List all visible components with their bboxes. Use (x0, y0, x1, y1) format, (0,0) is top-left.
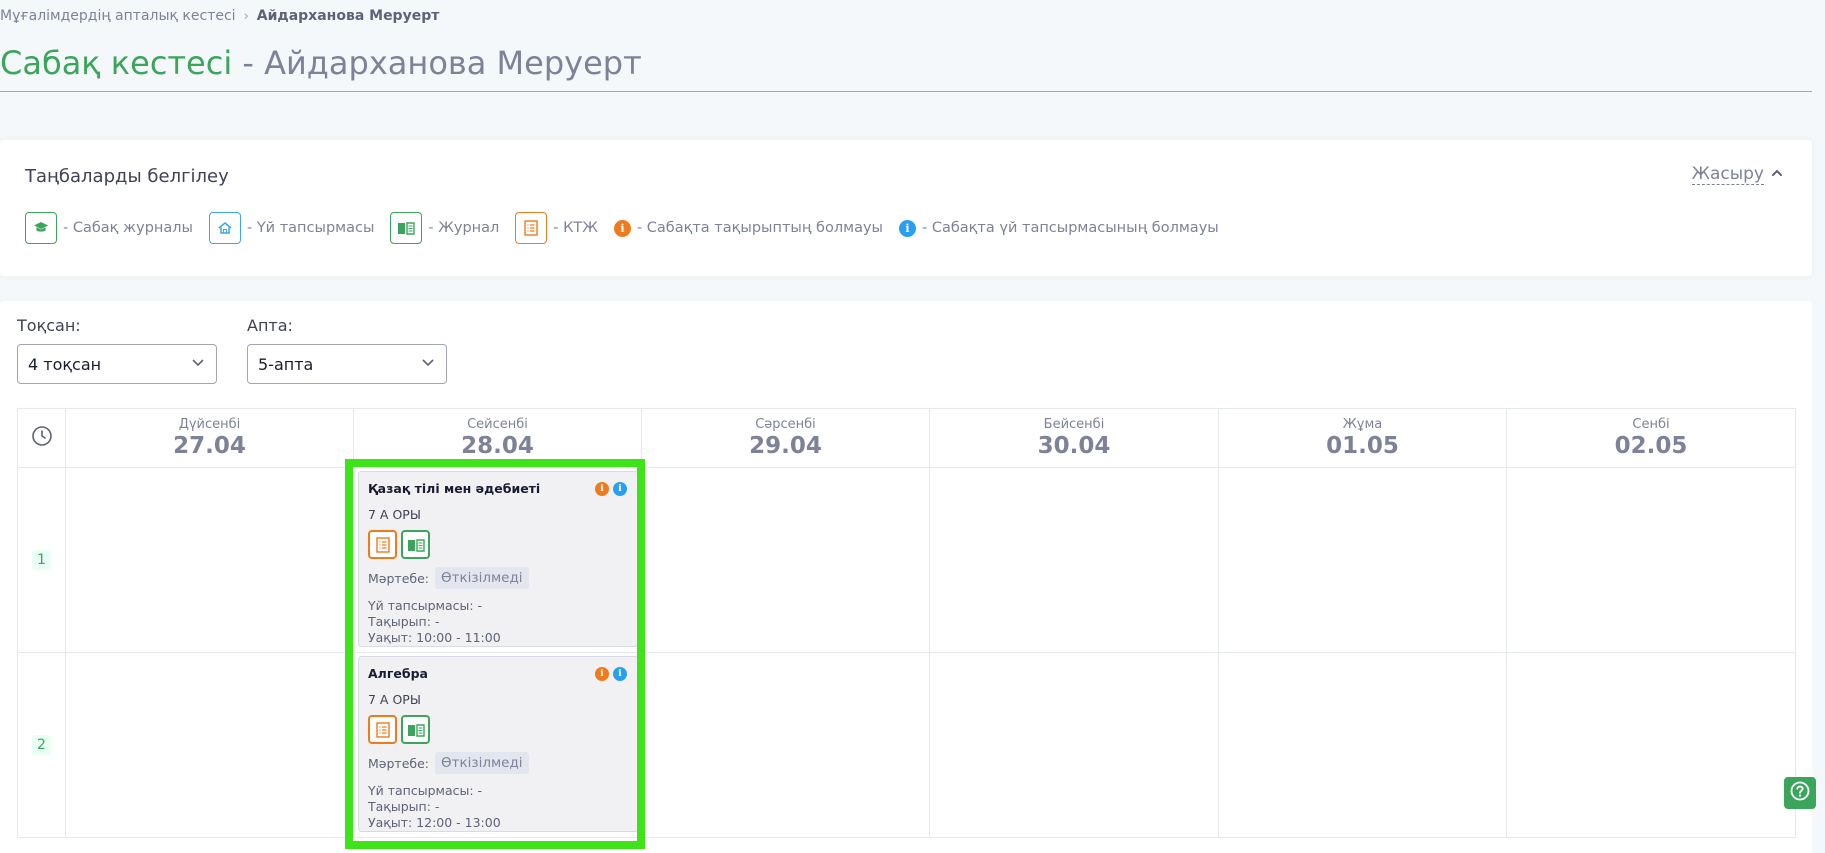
legend-items: - Сабақ журналы - Үй тапсырмасы - Журнал… (25, 212, 1219, 244)
week-label: Апта: (247, 316, 293, 335)
breadcrumb-parent-link[interactable]: Мұғалімдердің апталық кестесі (0, 8, 236, 24)
hide-legend-button[interactable]: Жасыру (1691, 164, 1784, 185)
day-name: Сейсенбі (467, 417, 528, 432)
schedule-cell[interactable] (1219, 653, 1507, 838)
legend-item-no-homework: i - Сабақта үй тапсырмасының болмауы (899, 219, 1219, 237)
day-header-wednesday: Сәрсенбі 29.04 (642, 409, 930, 468)
schedule-cell[interactable] (930, 468, 1219, 653)
title-divider (0, 91, 1812, 92)
page-title-main: Сабақ кестесі (0, 44, 233, 82)
legend-label: - Сабақта үй тапсырмасының болмауы (922, 220, 1219, 236)
legend-label: - Үй тапсырмасы (246, 220, 375, 236)
info-dot-blue-icon: i (899, 219, 916, 237)
legend-label: - Сабақта тақырыптың болмауы (636, 220, 883, 236)
schedule-cell[interactable] (930, 653, 1219, 838)
hide-legend-label: Жасыру (1691, 164, 1764, 185)
period-number: 2 (32, 735, 51, 755)
legend-title: Таңбаларды белгілеу (25, 166, 229, 187)
breadcrumb-separator-icon: › (243, 8, 249, 24)
schedule-cell[interactable] (1219, 468, 1507, 653)
graduation-cap-icon (25, 212, 57, 244)
chevron-up-icon (1770, 165, 1784, 185)
day-date: 30.04 (1037, 433, 1111, 459)
legend-item-ktzh: - КТЖ (515, 212, 598, 244)
schedule-grid: Дүйсенбі 27.04 Сейсенбі 28.04 Сәрсенбі 2… (17, 408, 1796, 838)
legend-label: - КТЖ (553, 220, 598, 236)
day-header-friday: Жұма 01.05 (1219, 409, 1507, 468)
period-cell-1: 1 (18, 468, 66, 653)
schedule-cell[interactable] (66, 653, 354, 838)
legend-label: - Сабақ журналы (63, 220, 193, 236)
day-name: Жұма (1342, 417, 1383, 432)
period-number: 1 (32, 550, 51, 570)
day-date: 01.05 (1326, 433, 1399, 459)
clock-icon (31, 425, 53, 451)
day-name: Бейсенбі (1043, 417, 1105, 432)
page-title: Сабақ кестесі - Айдарханова Меруерт (0, 44, 642, 82)
journal-book-icon (390, 212, 423, 244)
schedule-cell[interactable] (1507, 468, 1795, 653)
home-icon (208, 212, 241, 244)
breadcrumb-current: Айдарханова Меруерт (256, 8, 440, 24)
week-select-value: 5-апта (258, 354, 314, 374)
day-date: 29.04 (749, 433, 822, 459)
chevron-down-icon (420, 354, 436, 374)
day-name: Дүйсенбі (178, 417, 241, 432)
legend-item-journal: - Журнал (390, 212, 499, 244)
schedule-cell[interactable] (66, 468, 354, 653)
period-cell-2: 2 (18, 653, 66, 838)
legend-item-no-topic: i - Сабақта тақырыптың болмауы (613, 219, 883, 237)
legend-item-lesson-journal: - Сабақ журналы (25, 212, 193, 244)
schedule-cell[interactable] (642, 653, 930, 838)
day-name: Сәрсенбі (755, 417, 816, 432)
week-select[interactable]: 5-апта (247, 344, 447, 384)
day-name: Сенбі (1632, 417, 1670, 432)
chevron-down-icon (190, 354, 206, 374)
help-button[interactable] (1784, 777, 1816, 809)
info-dot-orange-icon: i (613, 219, 631, 237)
legend-card: Таңбаларды белгілеу Жасыру - Сабақ журна… (0, 140, 1812, 276)
schedule-cell[interactable] (642, 468, 930, 653)
day-date: 27.04 (173, 433, 246, 459)
quarter-label: Тоқсан: (17, 316, 81, 335)
legend-item-homework: - Үй тапсырмасы (208, 212, 375, 244)
day-date: 28.04 (461, 433, 534, 459)
page-title-suffix: - Айдарханова Меруерт (232, 44, 642, 82)
breadcrumb: Мұғалімдердің апталық кестесі › Айдархан… (0, 8, 439, 24)
selection-highlight (345, 459, 645, 849)
day-header-thursday: Бейсенбі 30.04 (930, 409, 1219, 468)
time-header (18, 409, 66, 468)
quarter-select[interactable]: 4 тоқсан (17, 344, 217, 384)
day-header-monday: Дүйсенбі 27.04 (66, 409, 354, 468)
day-header-saturday: Сенбі 02.05 (1507, 409, 1795, 468)
question-icon (1789, 780, 1811, 806)
quarter-select-value: 4 тоқсан (28, 354, 102, 374)
day-date: 02.05 (1614, 433, 1688, 459)
list-document-icon (515, 212, 548, 244)
legend-label: - Журнал (428, 220, 500, 236)
schedule-cell[interactable] (1507, 653, 1795, 838)
